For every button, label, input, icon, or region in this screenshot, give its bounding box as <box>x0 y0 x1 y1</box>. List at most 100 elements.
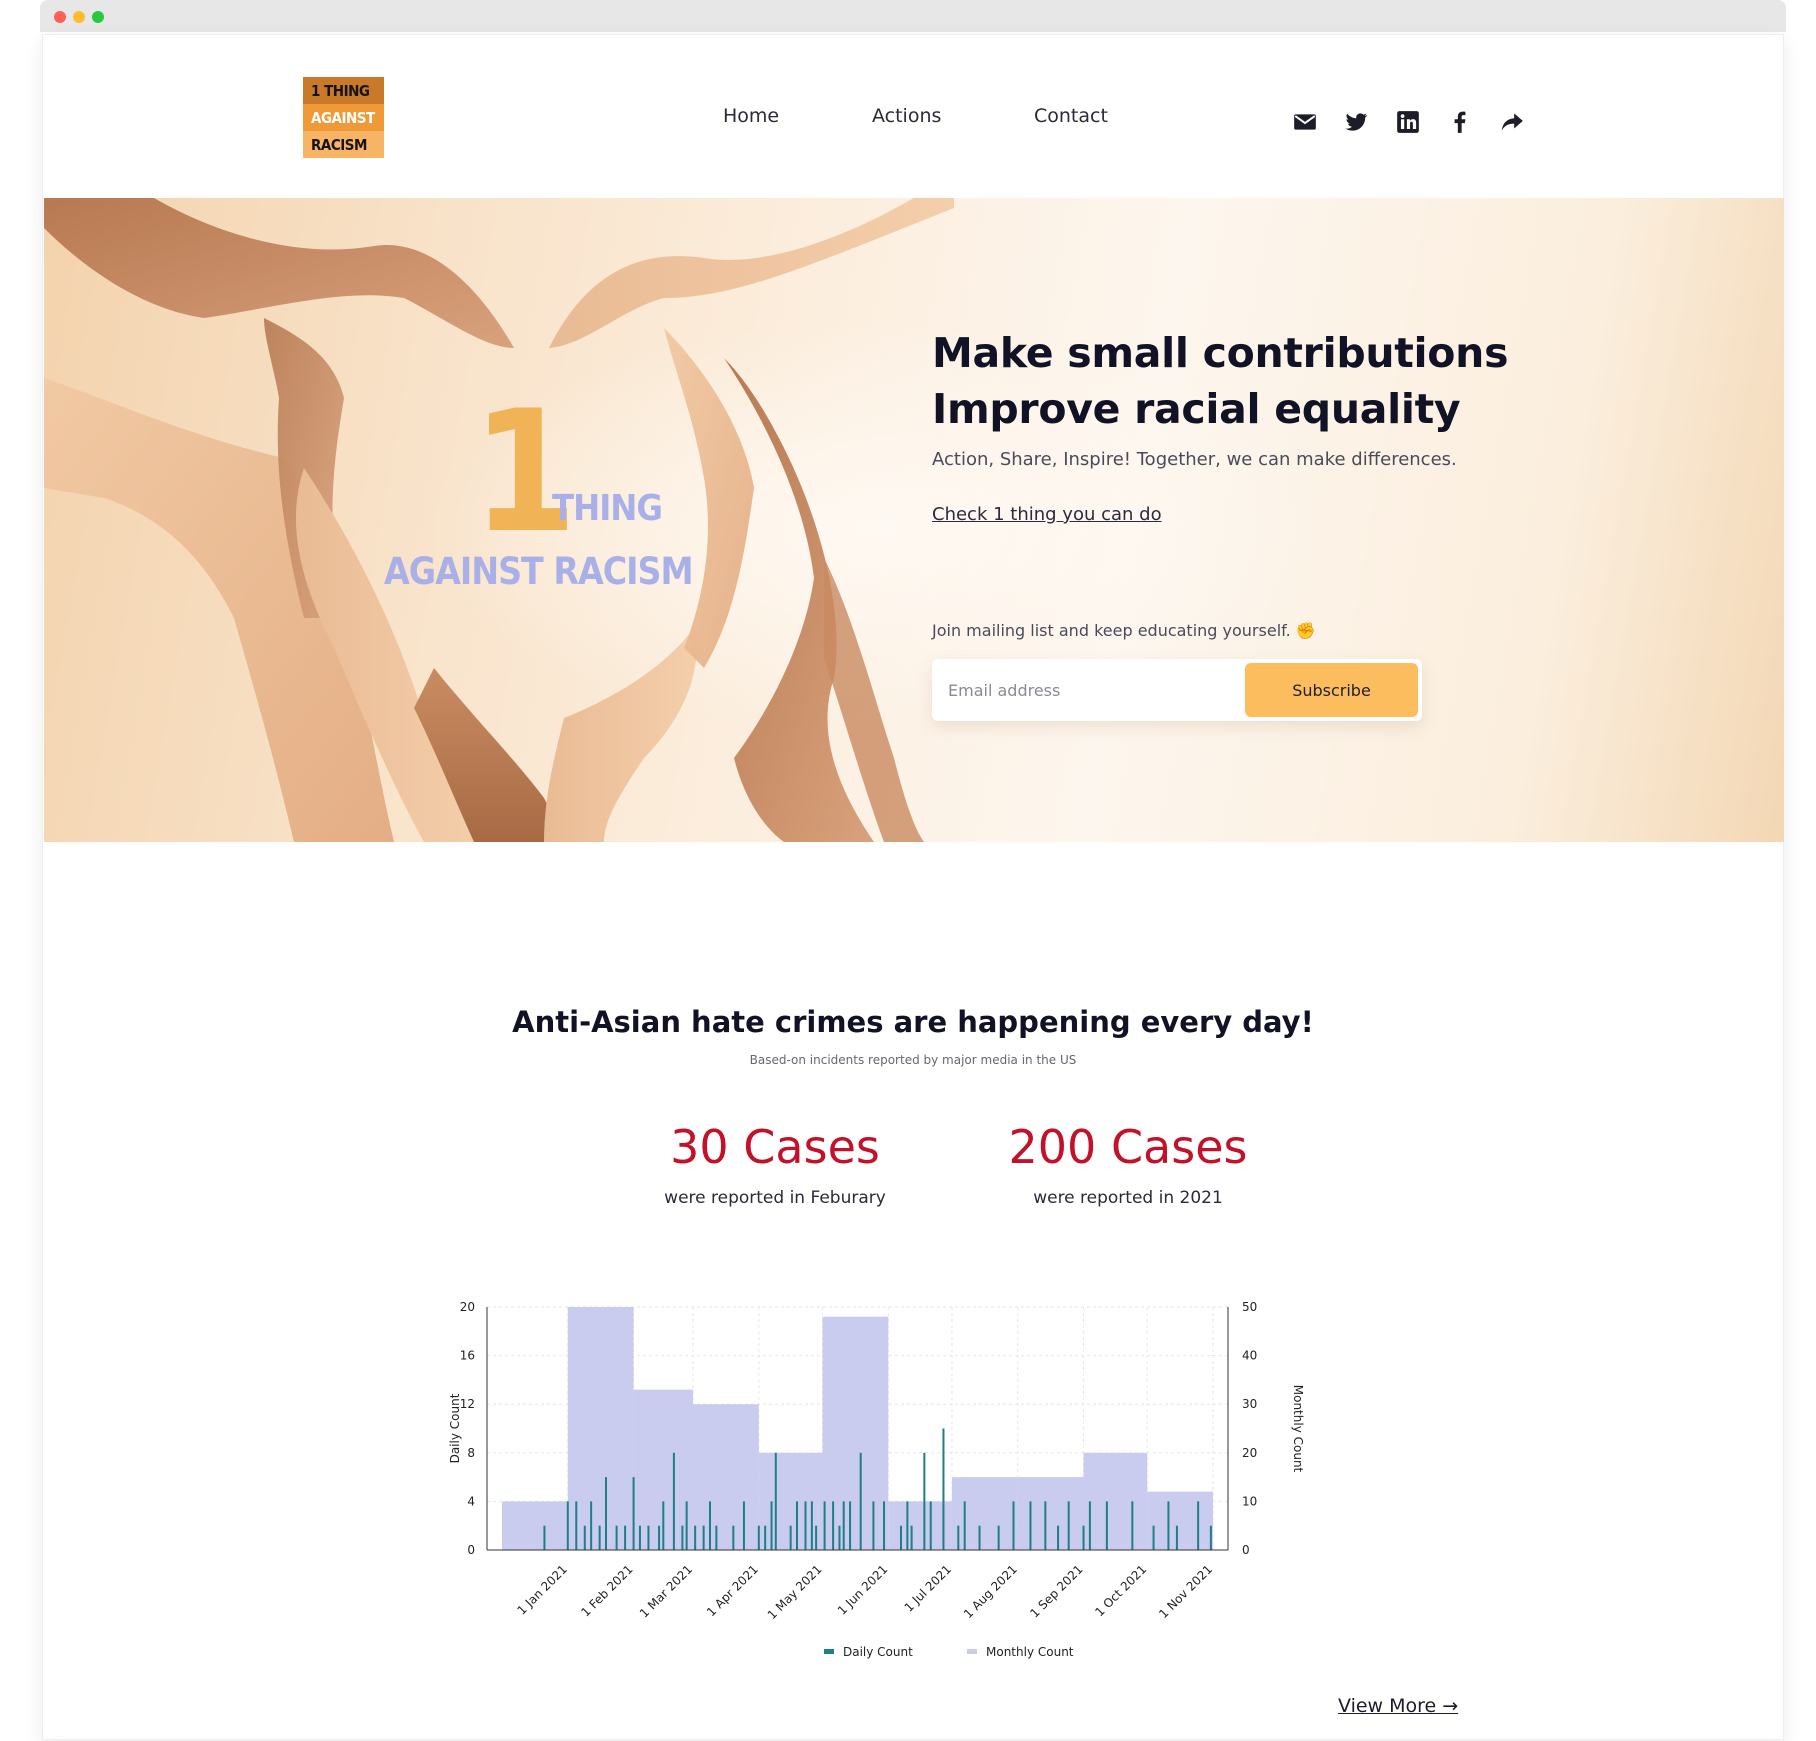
chart-x-tick-label: 1 May 2021 <box>765 1562 825 1622</box>
facebook-icon[interactable] <box>1447 109 1473 135</box>
page-frame: 1 THING AGAINST RACISM Home Actions Cont… <box>42 34 1784 1740</box>
daily-count-bar <box>543 1525 546 1550</box>
chart-left-tick-label: 8 <box>467 1446 475 1460</box>
linkedin-icon[interactable] <box>1395 109 1421 135</box>
stat-february-label: were reported in Feburary <box>664 1188 886 1208</box>
mail-icon[interactable] <box>1292 109 1318 135</box>
monthly-count-bar <box>1083 1452 1148 1550</box>
chart-right-tick-label: 20 <box>1242 1446 1257 1460</box>
browser-window-bar <box>40 0 1786 32</box>
monthly-count-bar <box>951 1477 1018 1550</box>
chart-right-tick-label: 30 <box>1242 1397 1257 1411</box>
hero-logo-thing: THING <box>552 488 663 529</box>
daily-count-bar <box>1082 1525 1085 1550</box>
stats-title: Anti-Asian hate crimes are happening eve… <box>512 1005 1314 1039</box>
daily-count-bar <box>1209 1525 1212 1550</box>
chart-left-tick-label: 4 <box>467 1494 475 1508</box>
subscribe-form: Subscribe <box>932 659 1422 721</box>
daily-count-bar <box>906 1501 909 1550</box>
stat-2021-number: 200 Cases <box>1008 1120 1248 1174</box>
daily-count-bar <box>583 1525 586 1550</box>
daily-count-bar <box>732 1525 735 1550</box>
daily-count-bar <box>715 1525 718 1550</box>
chart-right-tick-label: 40 <box>1242 1349 1257 1363</box>
daily-count-bar <box>681 1525 684 1550</box>
check-actions-link[interactable]: Check 1 thing you can do <box>932 504 1162 525</box>
window-minimize-dot[interactable] <box>73 11 85 23</box>
stats-subtitle: Based-on incidents reported by major med… <box>749 1053 1077 1067</box>
monthly-count-bar <box>567 1307 634 1550</box>
monthly-count-bar <box>1017 1477 1084 1550</box>
daily-count-bar <box>638 1525 641 1550</box>
subscribe-button[interactable]: Subscribe <box>1245 663 1418 717</box>
hate-crimes-chart: 0 4 8 12 16 20 0 10 20 30 40 50 1 Jan 2021 1 Feb 2021… <box>448 1300 1305 1659</box>
chart-x-tick-label: 1 Jan 2021 <box>515 1562 570 1617</box>
logo-line-3: RACISM <box>311 136 367 154</box>
daily-count-bar <box>1197 1501 1200 1550</box>
daily-count-bar <box>1088 1501 1091 1550</box>
legend-daily-label: Daily Count <box>843 1645 913 1659</box>
daily-count-bar <box>708 1501 711 1550</box>
daily-count-bar <box>1012 1501 1015 1550</box>
daily-count-bar <box>963 1501 966 1550</box>
daily-count-bar <box>823 1501 826 1550</box>
chart-x-tick-label: 1 Nov 2021 <box>1156 1562 1215 1621</box>
daily-count-bar <box>615 1525 618 1550</box>
daily-count-bar <box>859 1452 862 1550</box>
window-maximize-dot[interactable] <box>92 11 104 23</box>
chart-x-tick-label: 1 Apr 2021 <box>704 1562 761 1619</box>
daily-count-bar <box>685 1501 688 1550</box>
daily-count-bar <box>742 1501 745 1550</box>
chart-right-tick-label: 10 <box>1242 1494 1257 1508</box>
daily-count-bar <box>632 1477 635 1550</box>
share-icon[interactable] <box>1499 109 1525 135</box>
daily-count-bar <box>1152 1525 1155 1550</box>
hands-heart-image <box>44 198 954 842</box>
nav-home[interactable]: Home <box>723 105 779 127</box>
site-logo[interactable]: 1 THING AGAINST RACISM <box>303 77 384 158</box>
daily-count-bar <box>997 1525 1000 1550</box>
email-field[interactable] <box>948 675 1228 705</box>
daily-count-bar <box>598 1525 601 1550</box>
chart-x-tick-label: 1 Mar 2021 <box>637 1562 695 1620</box>
nav-contact[interactable]: Contact <box>1034 105 1108 127</box>
daily-count-bar <box>923 1452 926 1550</box>
view-more-link[interactable]: View More → <box>1338 1695 1458 1717</box>
daily-count-bar <box>810 1501 813 1550</box>
logo-line-2: AGAINST <box>311 109 375 127</box>
mailing-list-text: Join mailing list and keep educating you… <box>932 621 1316 640</box>
daily-count-bar <box>796 1501 799 1550</box>
chart-left-tick-label: 0 <box>467 1543 475 1557</box>
hero-logo-number: 1 <box>472 374 578 570</box>
stat-2021: 200 Cases were reported in 2021 <box>968 1120 1288 1208</box>
daily-count-bar <box>672 1452 675 1550</box>
daily-count-bar <box>1057 1525 1060 1550</box>
monthly-count-bar <box>888 1501 952 1550</box>
daily-count-bar <box>658 1525 661 1550</box>
chart-x-tick-label: 1 Aug 2021 <box>961 1562 1020 1621</box>
stat-february-number: 30 Cases <box>670 1120 880 1174</box>
window-close-dot[interactable] <box>54 11 66 23</box>
hero-title: Make small contributions Improve racial … <box>932 325 1508 437</box>
daily-count-bar <box>694 1525 697 1550</box>
daily-count-bar <box>702 1525 705 1550</box>
hero-logo-against-racism: AGAINST RACISM <box>384 550 694 593</box>
daily-count-bar <box>590 1501 593 1550</box>
chart-x-tick-label: 1 Oct 2021 <box>1092 1562 1149 1619</box>
chart-x-tick-label: 1 Jul 2021 <box>902 1562 955 1615</box>
logo-line-1: 1 THING <box>311 82 370 100</box>
chart-left-tick-label: 12 <box>460 1397 475 1411</box>
monthly-count-bar <box>1147 1491 1213 1550</box>
twitter-icon[interactable] <box>1343 109 1369 135</box>
nav-actions[interactable]: Actions <box>872 105 941 127</box>
hero-banner: 1 THING AGAINST RACISM Make small contri… <box>44 198 1784 842</box>
daily-count-bar <box>832 1501 835 1550</box>
daily-count-bar <box>770 1501 773 1550</box>
chart-right-axis-title: Monthly Count <box>1291 1385 1305 1473</box>
daily-count-bar <box>815 1525 818 1550</box>
stat-2021-label: were reported in 2021 <box>1033 1188 1223 1208</box>
monthly-count-bar <box>502 1501 568 1550</box>
hero-title-line-1: Make small contributions <box>932 329 1509 377</box>
daily-count-bar <box>624 1525 627 1550</box>
daily-count-bar <box>942 1428 945 1550</box>
